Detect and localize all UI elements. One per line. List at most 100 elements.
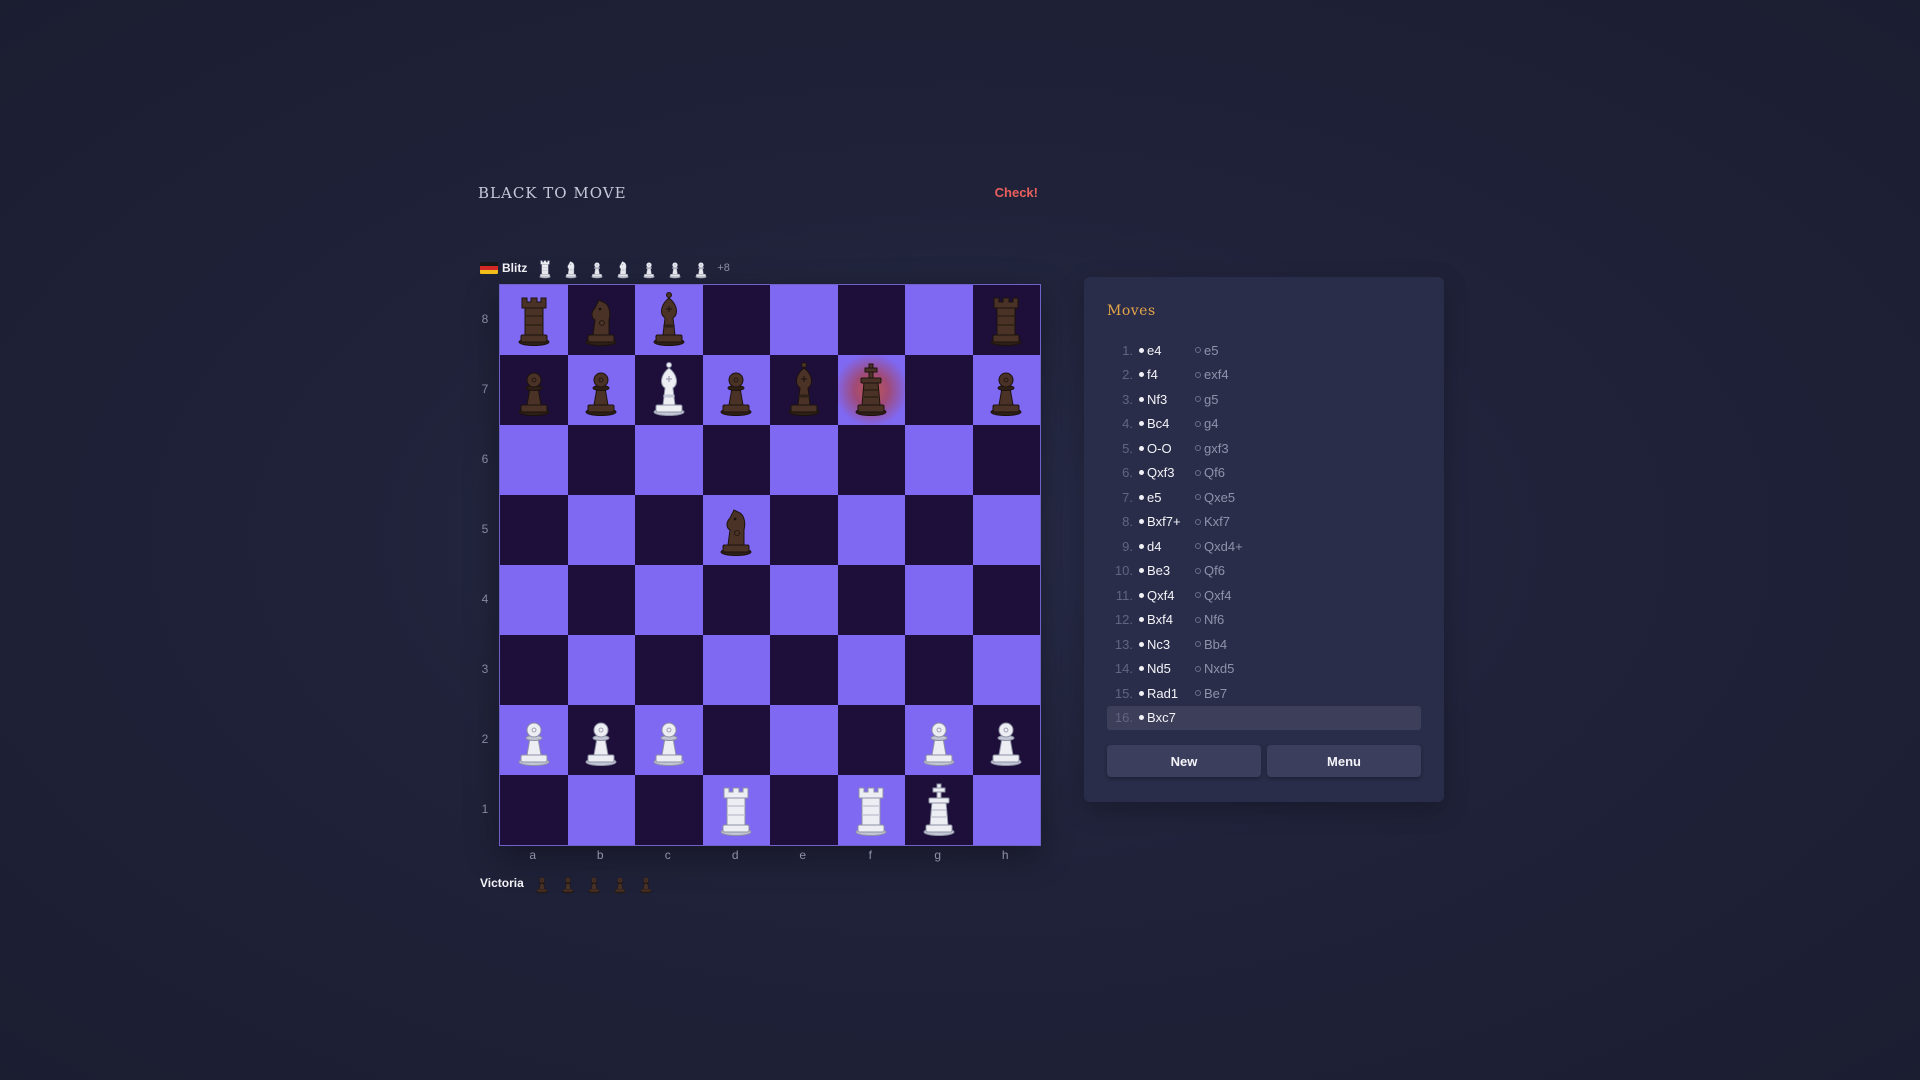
square-a5[interactable] [500, 495, 568, 565]
square-c1[interactable] [635, 775, 703, 845]
square-b6[interactable] [567, 425, 635, 495]
white-move[interactable]: Qxf3 [1139, 465, 1195, 480]
square-c5[interactable] [635, 495, 703, 565]
black-move[interactable]: g4 [1195, 416, 1218, 431]
square-d7[interactable] [702, 355, 770, 425]
white-king-icon[interactable] [915, 778, 963, 843]
white-move[interactable]: Bc4 [1139, 416, 1195, 431]
move-row[interactable]: 16. Bxc7 [1107, 705, 1421, 730]
black-move[interactable]: Qf6 [1195, 563, 1225, 578]
black-move[interactable]: gxf3 [1195, 441, 1229, 456]
square-g1[interactable] [905, 775, 973, 845]
square-h8[interactable] [972, 285, 1040, 355]
square-h6[interactable] [972, 425, 1040, 495]
square-d6[interactable] [702, 425, 770, 495]
black-move[interactable]: Qxd4+ [1195, 539, 1243, 554]
chess-board[interactable] [499, 284, 1041, 846]
square-g8[interactable] [905, 285, 973, 355]
move-row[interactable]: 15. Rad1 Be7 [1107, 681, 1421, 706]
white-move[interactable]: Bxf7+ [1139, 514, 1195, 529]
move-row[interactable]: 5. O-O gxf3 [1107, 436, 1421, 461]
menu-button[interactable]: Menu [1267, 745, 1421, 777]
white-rook-icon[interactable] [712, 778, 760, 843]
square-b1[interactable] [567, 775, 635, 845]
move-row[interactable]: 1. e4 e5 [1107, 338, 1421, 363]
square-f7[interactable] [837, 355, 905, 425]
white-move[interactable]: Bxf4 [1139, 612, 1195, 627]
white-pawn-icon[interactable] [645, 708, 693, 773]
move-row[interactable]: 14. Nd5 Nxd5 [1107, 657, 1421, 682]
square-d4[interactable] [702, 565, 770, 635]
square-b5[interactable] [567, 495, 635, 565]
square-h3[interactable] [972, 635, 1040, 705]
white-move[interactable]: e5 [1139, 490, 1195, 505]
black-king-icon[interactable] [847, 358, 895, 423]
square-e4[interactable] [770, 565, 838, 635]
white-move[interactable]: Be3 [1139, 563, 1195, 578]
square-f8[interactable] [837, 285, 905, 355]
square-a8[interactable] [500, 285, 568, 355]
black-move[interactable]: Qxf4 [1195, 588, 1231, 603]
black-move[interactable]: Be7 [1195, 686, 1227, 701]
square-c4[interactable] [635, 565, 703, 635]
white-pawn-icon[interactable] [982, 708, 1030, 773]
square-e7[interactable] [770, 355, 838, 425]
square-c8[interactable] [635, 285, 703, 355]
white-move[interactable]: e4 [1139, 343, 1195, 358]
square-e5[interactable] [770, 495, 838, 565]
move-row[interactable]: 2. f4 exf4 [1107, 363, 1421, 388]
move-row[interactable]: 13. Nc3 Bb4 [1107, 632, 1421, 657]
square-f1[interactable] [837, 775, 905, 845]
square-f2[interactable] [837, 705, 905, 775]
black-move[interactable]: e5 [1195, 343, 1218, 358]
black-bishop-icon[interactable] [645, 288, 693, 353]
square-c3[interactable] [635, 635, 703, 705]
move-row[interactable]: 4. Bc4 g4 [1107, 412, 1421, 437]
move-row[interactable]: 6. Qxf3 Qf6 [1107, 461, 1421, 486]
square-h5[interactable] [972, 495, 1040, 565]
new-game-button[interactable]: New [1107, 745, 1261, 777]
square-d5[interactable] [702, 495, 770, 565]
black-knight-icon[interactable] [712, 498, 760, 563]
black-move[interactable]: Bb4 [1195, 637, 1227, 652]
black-move[interactable]: Kxf7 [1195, 514, 1230, 529]
white-move[interactable]: Nc3 [1139, 637, 1195, 652]
black-rook-icon[interactable] [510, 288, 558, 353]
white-move[interactable]: Qxf4 [1139, 588, 1195, 603]
move-row[interactable]: 10. Be3 Qf6 [1107, 559, 1421, 584]
square-a7[interactable] [500, 355, 568, 425]
square-b8[interactable] [567, 285, 635, 355]
white-rook-icon[interactable] [847, 778, 895, 843]
square-b3[interactable] [567, 635, 635, 705]
square-b4[interactable] [567, 565, 635, 635]
square-c2[interactable] [635, 705, 703, 775]
square-f6[interactable] [837, 425, 905, 495]
white-move[interactable]: Nf3 [1139, 392, 1195, 407]
white-move[interactable]: d4 [1139, 539, 1195, 554]
black-bishop-icon[interactable] [780, 358, 828, 423]
move-row[interactable]: 9. d4 Qxd4+ [1107, 534, 1421, 559]
square-f3[interactable] [837, 635, 905, 705]
square-d3[interactable] [702, 635, 770, 705]
square-a6[interactable] [500, 425, 568, 495]
move-history[interactable]: 1. e4 e5 2. f4 exf4 3. Nf3 g5 4. Bc4 g4 5. O-O gxf3 6. Q… [1107, 338, 1421, 730]
move-row[interactable]: 11. Qxf4 Qxf4 [1107, 583, 1421, 608]
square-b7[interactable] [567, 355, 635, 425]
black-pawn-icon[interactable] [712, 358, 760, 423]
white-move[interactable]: O-O [1139, 441, 1195, 456]
square-e2[interactable] [770, 705, 838, 775]
black-move[interactable]: exf4 [1195, 367, 1229, 382]
black-move[interactable]: Nf6 [1195, 612, 1224, 627]
move-row[interactable]: 12. Bxf4 Nf6 [1107, 608, 1421, 633]
white-move[interactable]: Rad1 [1139, 686, 1195, 701]
square-g6[interactable] [905, 425, 973, 495]
move-row[interactable]: 3. Nf3 g5 [1107, 387, 1421, 412]
square-b2[interactable] [567, 705, 635, 775]
square-h1[interactable] [972, 775, 1040, 845]
black-pawn-icon[interactable] [982, 358, 1030, 423]
square-g4[interactable] [905, 565, 973, 635]
square-f4[interactable] [837, 565, 905, 635]
white-pawn-icon[interactable] [510, 708, 558, 773]
white-move[interactable]: f4 [1139, 367, 1195, 382]
white-pawn-icon[interactable] [915, 708, 963, 773]
